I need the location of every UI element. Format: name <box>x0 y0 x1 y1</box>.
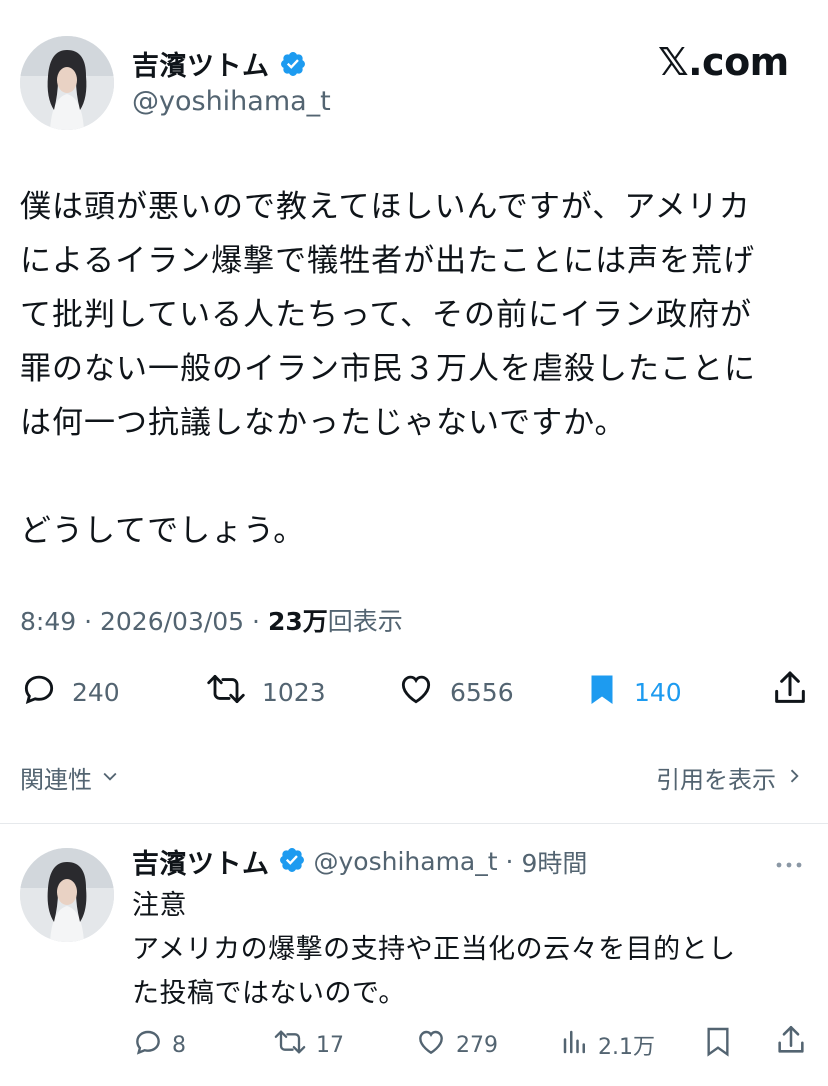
reply-repost-count: 17 <box>316 1032 344 1058</box>
tweet-time[interactable]: 8:49 <box>20 607 76 636</box>
repost-icon <box>204 670 248 714</box>
reply-share-button[interactable] <box>774 1022 808 1062</box>
tweet-meta: 8:49 · 2026/03/05 · 23万回表示 <box>20 602 403 638</box>
bookmark-button[interactable]: 140 <box>584 670 682 714</box>
reply-like-count: 279 <box>456 1032 498 1058</box>
reply-repost-button[interactable]: 17 <box>272 1026 344 1064</box>
chevron-down-icon <box>100 764 120 792</box>
reply-button[interactable]: 240 <box>20 670 120 714</box>
reply-like-button[interactable]: 279 <box>414 1026 498 1064</box>
share-icon <box>770 668 810 714</box>
reply-bookmark-button[interactable] <box>702 1024 734 1062</box>
tweet-date[interactable]: 2026/03/05 <box>100 607 244 636</box>
verified-badge-icon <box>278 846 306 878</box>
reply-author-name[interactable]: 吉濱ツトム <box>132 842 270 881</box>
heart-icon <box>396 670 436 714</box>
more-icon[interactable] <box>774 856 804 875</box>
chevron-right-icon <box>784 764 804 792</box>
author-name-text[interactable]: 吉濱ツトム <box>132 51 270 82</box>
repost-button[interactable]: 1023 <box>204 670 326 714</box>
reply-reply-button[interactable]: 8 <box>132 1026 186 1064</box>
related-label: 関連性 <box>20 766 92 794</box>
bookmark-count: 140 <box>634 677 682 707</box>
author-handle[interactable]: @yoshihama_t <box>132 86 331 117</box>
related-sort[interactable]: 関連性 <box>20 760 120 795</box>
reply-reply-count: 8 <box>172 1032 186 1058</box>
share-icon <box>774 1025 808 1062</box>
tweet-body: 僕は頭が悪いので教えてほしいんですが、アメリカ によるイラン爆撃で犠牲者が出たこ… <box>20 189 756 549</box>
view-quotes-link[interactable]: 引用を表示 <box>656 760 804 795</box>
reply-handle[interactable]: @yoshihama_t <box>314 847 498 876</box>
author-name[interactable]: 吉濱ツトム <box>132 44 307 85</box>
bookmark-icon <box>702 1027 734 1062</box>
reply-separator: · <box>505 847 514 876</box>
divider <box>0 823 828 824</box>
reply-body: 注意 アメリカの爆撃の支持や正当化の云々を目的とし た投稿ではないので。 <box>132 890 736 1009</box>
reply-views-count: 2.1万 <box>598 1035 655 1060</box>
reply-icon <box>132 1026 164 1064</box>
like-count: 6556 <box>450 677 514 707</box>
views-chart-icon <box>560 1026 590 1064</box>
repost-count: 1023 <box>262 677 326 707</box>
share-button[interactable] <box>770 668 810 714</box>
reply-icon <box>20 670 58 714</box>
x-logo: 𝕏.com <box>658 40 789 84</box>
views-count: 23万 <box>267 607 328 636</box>
reply-avatar[interactable] <box>20 848 114 942</box>
bookmark-icon <box>584 670 620 714</box>
reply-header: 吉濱ツトム @yoshihama_t · 9時間 <box>132 842 587 881</box>
heart-icon <box>414 1026 448 1064</box>
verified-badge-icon <box>279 50 307 85</box>
like-button[interactable]: 6556 <box>396 670 514 714</box>
views-label: 回表示 <box>327 607 403 636</box>
meta-separator: · <box>84 607 93 636</box>
reply-count: 240 <box>72 677 120 707</box>
meta-separator: · <box>252 607 260 636</box>
repost-icon <box>272 1026 308 1064</box>
reply-time[interactable]: 9時間 <box>522 844 588 880</box>
reply-views-button[interactable]: 2.1万 <box>560 1026 655 1064</box>
avatar[interactable] <box>20 36 114 130</box>
quotes-label: 引用を表示 <box>656 766 776 794</box>
